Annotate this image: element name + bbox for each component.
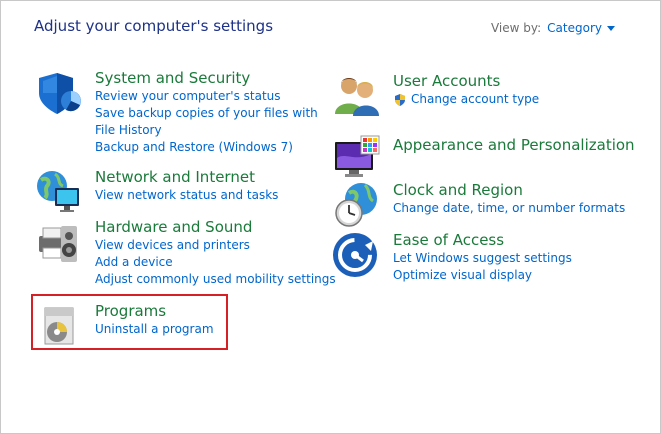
chevron-down-icon — [607, 26, 615, 31]
hardware-sound-heading[interactable]: Hardware and Sound — [95, 218, 336, 237]
uac-shield-icon — [395, 93, 405, 106]
ease-of-access-icon — [333, 233, 377, 277]
suggest-settings-link[interactable]: Let Windows suggest settings — [393, 250, 572, 267]
review-status-link[interactable]: Review your computer's status — [95, 88, 325, 105]
appearance-heading[interactable]: Appearance and Personalization — [393, 136, 635, 155]
add-device-link[interactable]: Add a device — [95, 254, 336, 271]
change-account-type-link[interactable]: Change account type — [393, 91, 539, 108]
view-by-control: View by: Category — [491, 21, 615, 35]
user-accounts-heading[interactable]: User Accounts — [393, 72, 539, 91]
file-history-link[interactable]: Save backup copies of your files with Fi… — [95, 105, 325, 139]
highlight-box — [31, 294, 228, 350]
monitor-palette-icon — [335, 135, 380, 177]
backup-restore-link[interactable]: Backup and Restore (Windows 7) — [95, 139, 325, 156]
clock-globe-icon — [335, 183, 377, 227]
view-by-value: Category — [547, 21, 602, 35]
clock-region-heading[interactable]: Clock and Region — [393, 181, 625, 200]
users-icon — [335, 78, 379, 116]
page-title: Adjust your computer's settings — [34, 17, 274, 35]
printer-speaker-icon — [39, 226, 77, 262]
mobility-settings-link[interactable]: Adjust commonly used mobility settings — [95, 271, 336, 288]
security-shield-icon — [39, 73, 81, 114]
network-status-link[interactable]: View network status and tasks — [95, 187, 278, 204]
view-by-label: View by: — [490, 21, 542, 35]
network-internet-heading[interactable]: Network and Internet — [95, 168, 278, 187]
network-globe-icon — [37, 171, 79, 212]
control-panel-window — [0, 0, 661, 434]
ease-access-heading[interactable]: Ease of Access — [393, 231, 572, 250]
system-security-heading[interactable]: System and Security — [95, 69, 325, 88]
date-time-formats-link[interactable]: Change date, time, or number formats — [393, 200, 625, 217]
view-by-dropdown[interactable]: Category — [547, 21, 615, 35]
change-account-type-label: Change account type — [411, 92, 540, 106]
optimize-display-link[interactable]: Optimize visual display — [393, 267, 572, 284]
devices-printers-link[interactable]: View devices and printers — [95, 237, 336, 254]
